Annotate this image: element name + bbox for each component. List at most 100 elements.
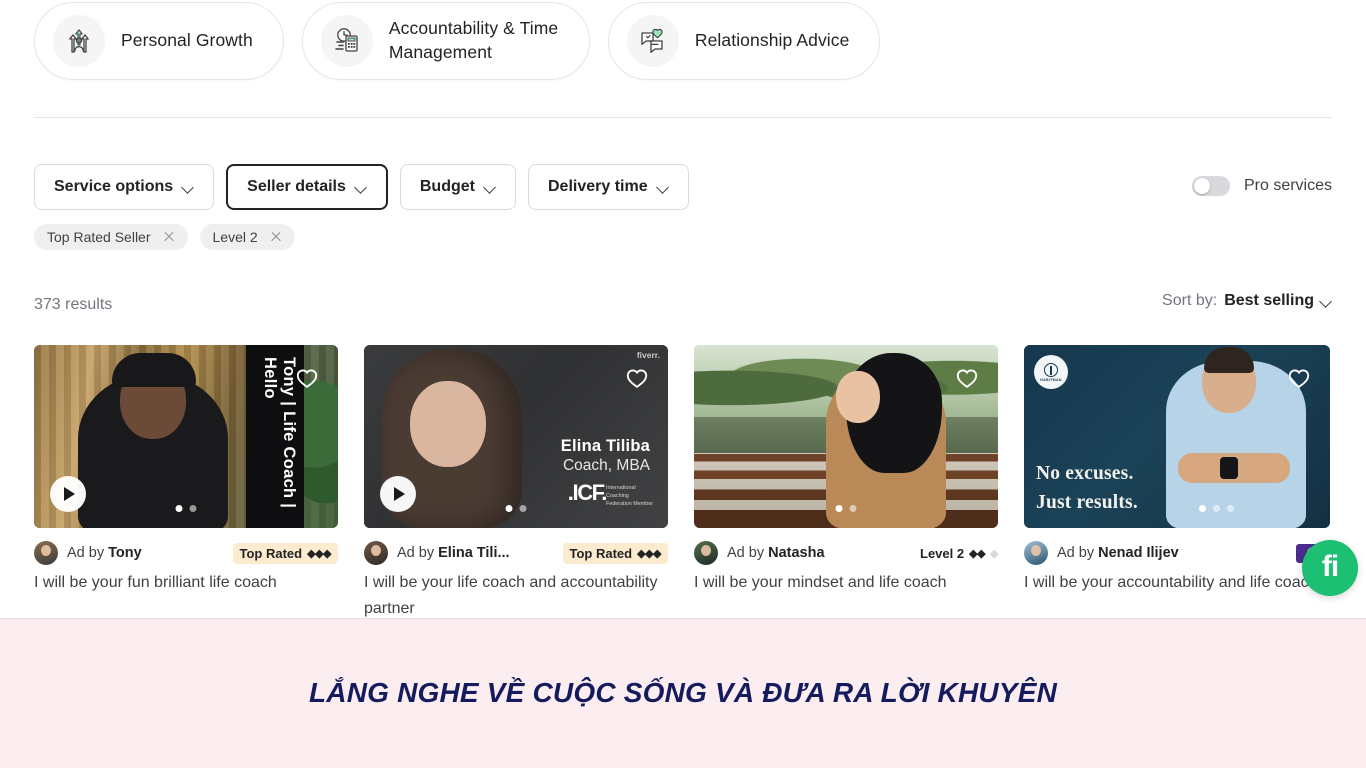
ad-by-prefix: Ad by [1057,545,1095,561]
carousel-dot[interactable] [505,505,513,512]
icf-logo-subtext: International Coaching Federation Member [606,484,654,507]
seller-label: Natasha [768,545,825,561]
category-chip-relationship-advice[interactable]: Relationship Advice [607,2,881,80]
avatar[interactable] [1024,541,1048,565]
gig-card[interactable]: Tony | Life Coach | Hello Ad by Tony Top… [34,345,338,621]
seller-name[interactable]: Ad by Nenad Ilijev [1057,545,1179,561]
chevron-down-icon [1321,296,1332,307]
filter-delivery-time[interactable]: Delivery time [527,164,689,210]
play-button[interactable] [380,476,416,512]
carousel-dots [175,505,197,512]
ad-by-prefix: Ad by [727,545,765,561]
seller-name[interactable]: Ad by Tony [67,545,142,561]
filter-label: Service options [54,178,174,195]
status-badge: Level 2 ◆◆ ◆ [920,546,998,561]
chevron-down-icon [658,182,669,193]
results-count: 373 results [34,296,113,313]
gig-thumbnail[interactable] [694,345,998,528]
carousel-dot[interactable] [175,505,183,512]
chat-heart-icon [626,15,679,67]
gig-title[interactable]: I will be your life coach and accountabi… [364,570,664,621]
category-chip-label: Personal Growth [121,30,253,51]
category-chip-accountability-time-management[interactable]: Accountability & Time Management [301,2,590,80]
thumbnail-headline-line2: Just results. [1036,492,1138,513]
filter-seller-details[interactable]: Seller details [226,164,388,210]
gig-title[interactable]: I will be your mindset and life coach [694,570,994,596]
filter-label: Budget [419,178,475,195]
gig-thumbnail[interactable]: Elina Tiliba Coach, MBA .ICF. Internatio… [364,345,668,528]
thumbnail-overlay-text: Tony | Life Coach | Hello [261,357,298,509]
carousel-dot[interactable] [519,505,527,512]
gig-title[interactable]: I will be your fun brilliant life coach [34,570,334,596]
category-chip-label: Accountability & Time Management [388,18,559,62]
carousel-dot[interactable] [1199,505,1206,512]
section-divider [34,117,1332,118]
avatar[interactable] [364,541,388,565]
category-chip-personal-growth[interactable]: Personal Growth [34,2,284,80]
seller-name[interactable]: Ad by Elina Tili... [397,545,510,561]
carousel-dot[interactable] [189,505,197,512]
favorite-heart-icon[interactable] [624,365,650,391]
carousel-dot[interactable] [835,505,843,512]
close-icon[interactable] [163,231,175,243]
gig-meta-row: Ad by Natasha Level 2 ◆◆ ◆ [694,541,998,565]
thumbnail-headline-line1: No excuses. [1036,463,1134,484]
gig-title[interactable]: I will be your accountability and life c… [1024,570,1324,596]
carousel-dot[interactable] [849,505,857,512]
applied-filter-label: Level 2 [212,229,258,245]
chevron-down-icon [356,182,367,193]
gig-meta-row: Ad by Nenad Ilijev [1024,541,1330,565]
gig-thumbnail[interactable]: Tony | Life Coach | Hello [34,345,338,528]
filter-bar: Service options Seller details Budget De… [34,164,689,210]
close-icon[interactable] [270,231,282,243]
filter-budget[interactable]: Budget [399,164,516,210]
fiverr-chat-button[interactable]: fi [1302,540,1358,596]
gig-card[interactable]: Ad by Natasha Level 2 ◆◆ ◆ I will be your… [694,345,998,621]
level-diamonds: ◆◆◆ [307,547,331,560]
favorite-heart-icon[interactable] [1286,365,1312,391]
category-chip-label: Relationship Advice [694,30,850,51]
thumbnail-overlay-subtitle: Coach, MBA [562,457,650,474]
thumbnail-subject-face [410,381,486,467]
filter-label: Delivery time [547,178,648,195]
carousel-dots [835,505,857,512]
carousel-dot[interactable] [1227,505,1234,512]
ad-by-prefix: Ad by [397,545,435,561]
fiverr-watermark: fiverr. [636,350,660,360]
ad-by-prefix: Ad by [67,545,105,561]
gig-card-grid: Tony | Life Coach | Hello Ad by Tony Top… [34,345,1366,621]
level-diamonds: ◆◆◆ [637,547,661,560]
sort-by-value: Best selling [1224,292,1314,309]
gig-card[interactable]: HABITMAN No excuses. Just results. Ad by [1024,345,1330,621]
gig-meta-row: Ad by Tony Top Rated ◆◆◆ [34,541,338,565]
toggle-knob [1193,178,1210,194]
pro-services-toggle[interactable]: Pro services [1191,176,1332,196]
filter-service-options[interactable]: Service options [34,164,215,210]
sort-by-control[interactable]: Sort by: Best selling [1162,292,1332,310]
habitman-logo-glyph [1044,362,1058,377]
personal-growth-icon [53,15,105,67]
promo-banner: LẮNG NGHE VỀ CUỘC SỐNG VÀ ĐƯA RA LỜI KHU… [0,618,1366,768]
carousel-dot[interactable] [1213,505,1220,512]
thumbnail-subject-watch [1220,457,1238,479]
fiverr-logo-icon: fi [1321,549,1339,583]
level-diamonds-empty: ◆ [990,547,998,560]
level-diamonds: ◆◆ [969,547,986,560]
applied-filter-label: Top Rated Seller [47,229,151,245]
avatar[interactable] [34,541,58,565]
favorite-heart-icon[interactable] [294,365,320,391]
favorite-heart-icon[interactable] [954,365,980,391]
applied-filter-top-rated-seller[interactable]: Top Rated Seller [34,224,188,250]
gig-card[interactable]: Elina Tiliba Coach, MBA .ICF. Internatio… [364,345,668,621]
seller-name[interactable]: Ad by Natasha [727,545,825,561]
applied-filter-level-2[interactable]: Level 2 [199,224,295,250]
habitman-logo: HABITMAN [1034,355,1068,389]
play-button[interactable] [50,476,86,512]
search-results-page: Personal Growth Accountability & Time Ma… [0,0,1366,768]
promo-banner-text: LẮNG NGHE VỀ CUỘC SỐNG VÀ ĐƯA RA LỜI KHU… [309,677,1057,708]
applied-filters: Top Rated Seller Level 2 [34,224,295,250]
avatar[interactable] [694,541,718,565]
toggle-switch[interactable] [1191,176,1230,196]
gig-thumbnail[interactable]: HABITMAN No excuses. Just results. [1024,345,1330,528]
chevron-down-icon [183,182,194,193]
